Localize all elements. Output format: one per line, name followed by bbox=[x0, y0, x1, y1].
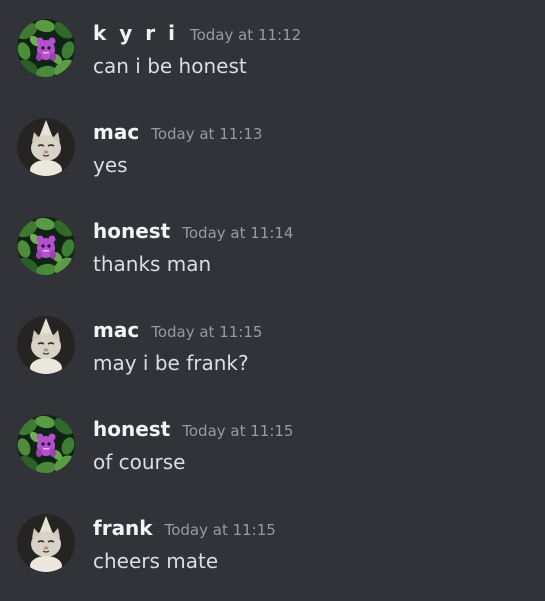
plant-avatar-icon[interactable] bbox=[17, 19, 75, 77]
message-timestamp[interactable]: Today at 11:15 bbox=[165, 516, 276, 544]
cat-avatar-icon[interactable] bbox=[17, 118, 75, 176]
message-item: mac Today at 11:13 yes bbox=[0, 118, 545, 208]
message-item: frank Today at 11:15 cheers mate bbox=[0, 514, 545, 601]
message-item: honest Today at 11:14 thanks man bbox=[0, 217, 545, 307]
message-timestamp[interactable]: Today at 11:12 bbox=[190, 21, 301, 49]
message-item: k y r i Today at 11:12 can i be honest bbox=[0, 19, 545, 109]
message-timestamp[interactable]: Today at 11:13 bbox=[151, 120, 262, 148]
message-text: of course bbox=[93, 450, 186, 474]
message-timestamp[interactable]: Today at 11:15 bbox=[182, 417, 293, 445]
message-text: may i be frank? bbox=[93, 351, 249, 375]
author-name[interactable]: frank bbox=[93, 514, 153, 542]
chat-message-list: k y r i Today at 11:12 can i be honest m… bbox=[0, 0, 545, 601]
plant-avatar-icon[interactable] bbox=[17, 415, 75, 473]
message-header: frank Today at 11:15 bbox=[93, 514, 276, 542]
author-name[interactable]: mac bbox=[93, 316, 139, 344]
message-item: mac Today at 11:15 may i be frank? bbox=[0, 316, 545, 406]
message-timestamp[interactable]: Today at 11:15 bbox=[151, 318, 262, 346]
message-header: k y r i Today at 11:12 bbox=[93, 19, 301, 47]
message-text: can i be honest bbox=[93, 54, 247, 78]
message-header: honest Today at 11:15 bbox=[93, 415, 293, 443]
message-header: mac Today at 11:13 bbox=[93, 118, 262, 146]
author-name[interactable]: honest bbox=[93, 217, 170, 245]
message-text: yes bbox=[93, 153, 128, 177]
message-header: mac Today at 11:15 bbox=[93, 316, 262, 344]
cat-avatar-icon[interactable] bbox=[17, 514, 75, 572]
message-header: honest Today at 11:14 bbox=[93, 217, 293, 245]
author-name[interactable]: mac bbox=[93, 118, 139, 146]
message-timestamp[interactable]: Today at 11:14 bbox=[182, 219, 293, 247]
plant-avatar-icon[interactable] bbox=[17, 217, 75, 275]
author-name[interactable]: k y r i bbox=[93, 19, 178, 47]
message-text: thanks man bbox=[93, 252, 212, 276]
author-name[interactable]: honest bbox=[93, 415, 170, 443]
message-text: cheers mate bbox=[93, 549, 219, 573]
cat-avatar-icon[interactable] bbox=[17, 316, 75, 374]
message-item: honest Today at 11:15 of course bbox=[0, 415, 545, 505]
